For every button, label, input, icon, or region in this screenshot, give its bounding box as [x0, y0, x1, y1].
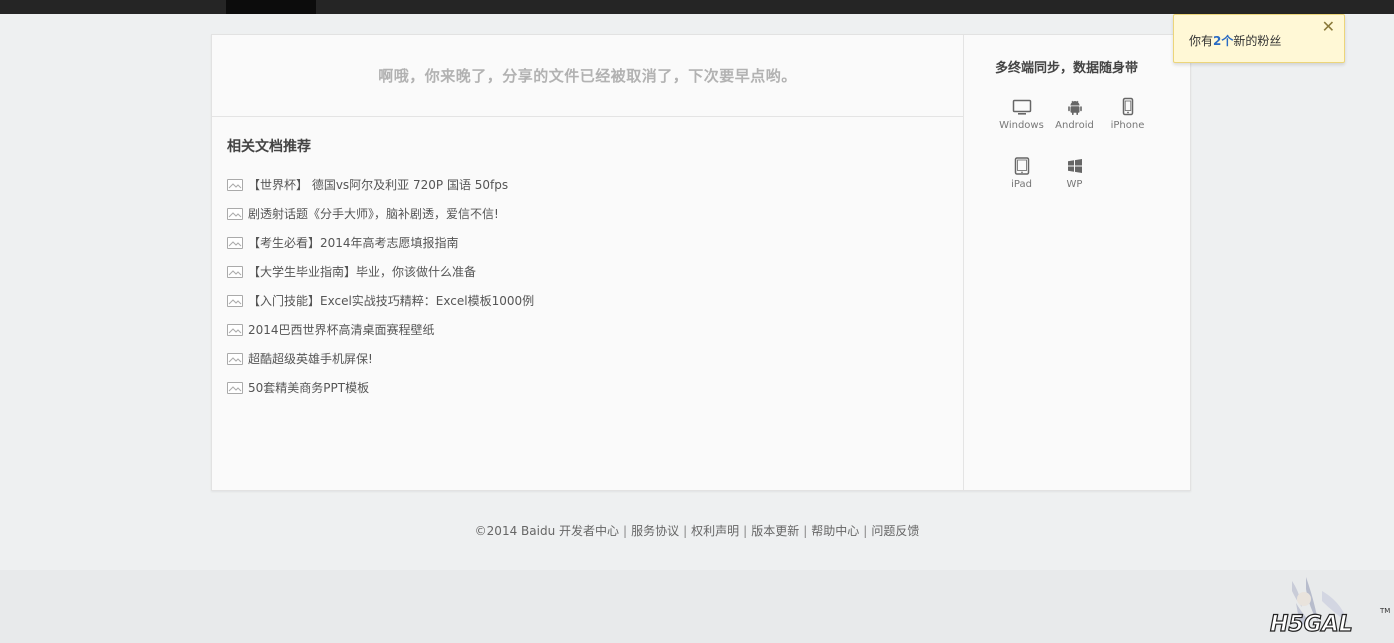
footer-separator: | [863, 524, 868, 538]
platform-label: Windows [999, 120, 1044, 131]
toast-suffix: 新的粉丝 [1233, 34, 1282, 48]
platform-ipad[interactable]: iPad [995, 156, 1048, 215]
svg-text:TM: TM [1379, 607, 1390, 615]
platform-wp[interactable]: WP [1048, 156, 1101, 215]
related-doc-link[interactable]: 【大学生毕业指南】毕业，你该做什么准备 [248, 263, 476, 280]
platform-iphone[interactable]: iPhone [1101, 97, 1154, 156]
close-icon[interactable]: ✕ [1322, 19, 1335, 35]
document-icon [227, 178, 243, 191]
platform-windows[interactable]: Windows [995, 97, 1048, 156]
related-doc-item[interactable]: 2014巴西世界杯高清桌面赛程壁纸 [227, 315, 948, 344]
related-docs-title: 相关文档推荐 [227, 139, 311, 155]
platform-grid: Windows Android iPhone iPad WP [995, 97, 1175, 215]
phone-icon [1122, 97, 1133, 116]
watermark-logo: H5GAL TM [1262, 573, 1392, 641]
h5gal-logo: H5GAL TM [1269, 577, 1390, 638]
related-docs-list: 【世界杯】 德国vs阿尔及利亚 720P 国语 50fps 剧透射话题《分手大师… [227, 170, 948, 402]
document-icon [227, 236, 243, 249]
platform-android[interactable]: Android [1048, 97, 1101, 156]
footer-link-dev-center[interactable]: 开发者中心 [559, 524, 619, 538]
footer-separator: | [623, 524, 628, 538]
tablet-icon [1014, 157, 1029, 175]
footer-separator: | [743, 524, 748, 538]
toast-follower-count[interactable]: 2个 [1213, 34, 1233, 48]
related-doc-link[interactable]: 【考生必看】2014年高考志愿填报指南 [248, 234, 459, 251]
platform-label: Android [1055, 120, 1094, 131]
related-doc-item[interactable]: 50套精美商务PPT模板 [227, 373, 948, 402]
related-docs-section: 相关文档推荐 【世界杯】 德国vs阿尔及利亚 720P 国语 50fps 剧透射… [212, 117, 963, 402]
content-panel: 啊哦，你来晚了，分享的文件已经被取消了，下次要早点哟。 相关文档推荐 【世界杯】… [211, 34, 1191, 491]
sync-title: 多终端同步，数据随身带 [995, 61, 1139, 76]
platform-label: WP [1066, 179, 1083, 190]
new-followers-toast[interactable]: 你有2个新的粉丝 ✕ [1173, 14, 1345, 63]
related-doc-link[interactable]: 50套精美商务PPT模板 [248, 379, 369, 396]
related-doc-link[interactable]: 【世界杯】 德国vs阿尔及利亚 720P 国语 50fps [248, 176, 508, 193]
related-doc-link[interactable]: 【入门技能】Excel实战技巧精粹：Excel模板1000例 [248, 292, 534, 309]
top-nav-bar [0, 0, 1394, 14]
document-icon [227, 352, 243, 365]
svg-text:H5GAL: H5GAL [1270, 612, 1353, 637]
toast-prefix: 你有 [1189, 34, 1214, 48]
footer-link-version-update[interactable]: 版本更新 [751, 524, 799, 538]
footer: ©2014 Baidu 开发者中心 | 服务协议 | 权利声明 | 版本更新 | 帮助中心 | 问题… [0, 522, 1394, 539]
footer-copyright: ©2014 Baidu [474, 524, 556, 538]
document-icon [227, 265, 243, 278]
android-icon [1067, 100, 1082, 115]
document-icon [227, 207, 243, 220]
toast-message: 你有2个新的粉丝 [1189, 32, 1281, 49]
footer-link-feedback[interactable]: 问题反馈 [871, 524, 919, 538]
related-doc-link[interactable]: 剧透射话题《分手大师》，脑补剧透，爱信不信! [248, 205, 499, 222]
share-cancelled-notice: 啊哦，你来晚了，分享的文件已经被取消了，下次要早点哟。 [212, 35, 963, 117]
notice-text: 啊哦，你来晚了，分享的文件已经被取消了，下次要早点哟。 [378, 67, 797, 85]
monitor-icon [1012, 99, 1031, 115]
bottom-band [0, 570, 1394, 643]
related-doc-item[interactable]: 【入门技能】Excel实战技巧精粹：Excel模板1000例 [227, 286, 948, 315]
multi-device-sidebar: 多终端同步，数据随身带 Windows Android iPhone iPad … [965, 35, 1190, 490]
related-doc-item[interactable]: 【大学生毕业指南】毕业，你该做什么准备 [227, 257, 948, 286]
related-doc-item[interactable]: 【世界杯】 德国vs阿尔及利亚 720P 国语 50fps [227, 170, 948, 199]
document-icon [227, 323, 243, 336]
platform-label: iPhone [1110, 120, 1145, 131]
footer-link-rights[interactable]: 权利声明 [691, 524, 739, 538]
related-doc-item[interactable]: 超酷超级英雄手机屏保! [227, 344, 948, 373]
footer-separator: | [683, 524, 688, 538]
platform-label: iPad [1011, 179, 1032, 190]
related-doc-item[interactable]: 剧透射话题《分手大师》，脑补剧透，爱信不信! [227, 199, 948, 228]
related-doc-item[interactable]: 【考生必看】2014年高考志愿填报指南 [227, 228, 948, 257]
footer-link-service-agreement[interactable]: 服务协议 [631, 524, 679, 538]
top-nav-active-tab[interactable] [226, 0, 316, 14]
related-doc-link[interactable]: 2014巴西世界杯高清桌面赛程壁纸 [248, 321, 435, 338]
document-icon [227, 294, 243, 307]
document-icon [227, 381, 243, 394]
windows-logo-icon [1067, 159, 1082, 173]
main-column: 啊哦，你来晚了，分享的文件已经被取消了，下次要早点哟。 相关文档推荐 【世界杯】… [212, 35, 964, 490]
footer-separator: | [803, 524, 808, 538]
related-doc-link[interactable]: 超酷超级英雄手机屏保! [248, 350, 373, 367]
footer-link-help-center[interactable]: 帮助中心 [811, 524, 859, 538]
